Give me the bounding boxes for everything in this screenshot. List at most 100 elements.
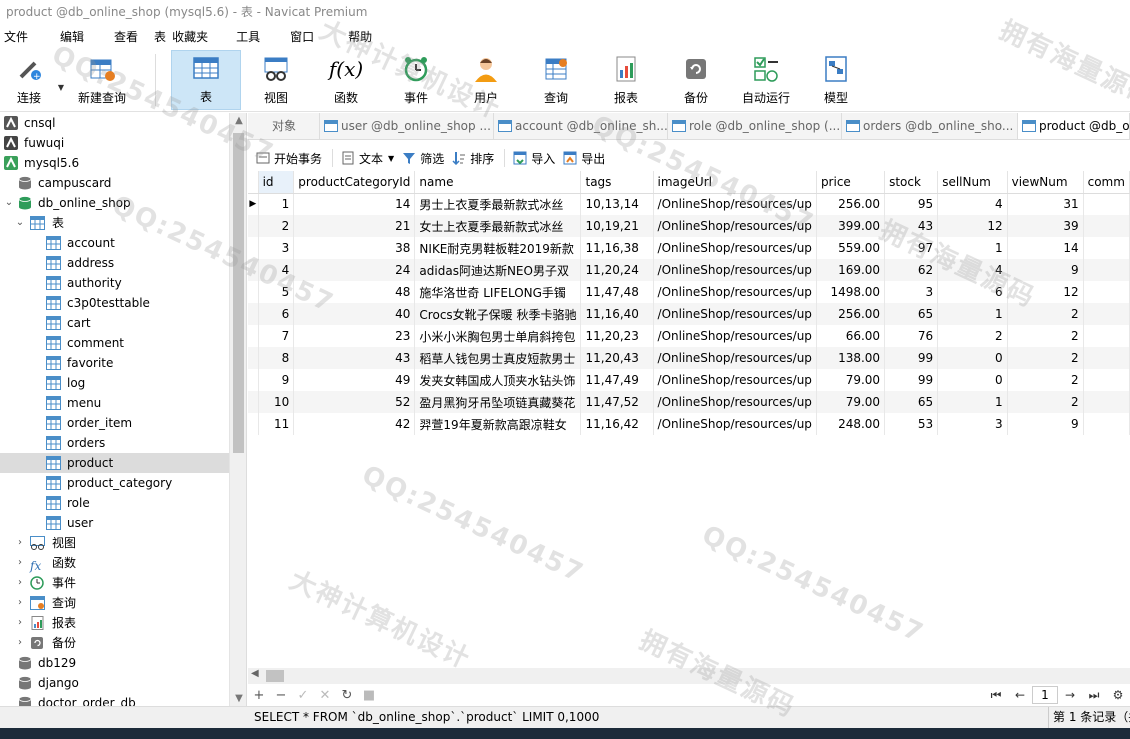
- new-query-button[interactable]: 新建查询: [74, 50, 130, 110]
- begin-transaction-button[interactable]: 开始事务: [256, 150, 322, 167]
- grid-scroll-thumb[interactable]: [266, 670, 284, 682]
- cell-productCategoryId[interactable]: 42: [293, 413, 416, 435]
- tree-database-db_online_shop[interactable]: ⌄ db_online_shop: [0, 193, 229, 213]
- table-row[interactable]: 5 48 施华洛世奇 LIFELONG手镯 11,47,48/OnlineShop/r…: [248, 281, 1130, 303]
- function-button[interactable]: f(x) 函数: [320, 50, 372, 110]
- tree-table-authority[interactable]: authority: [0, 273, 229, 293]
- tree-table-product[interactable]: product: [0, 453, 229, 473]
- table-row[interactable]: ▶ 1 14 男士上衣夏季最新款式冰丝 10,13,14/OnlineShop/reso…: [248, 193, 1130, 215]
- table-row[interactable]: 7 23 小米小米胸包男士单肩斜挎包 11,20,23/OnlineShop/reso…: [248, 325, 1130, 347]
- tree-group-4[interactable]: › 报表: [0, 613, 229, 633]
- cell-id[interactable]: 4: [258, 259, 295, 281]
- cell-id[interactable]: 6: [258, 303, 295, 325]
- table-row[interactable]: 4 24 adidas阿迪达斯NEO男子双 11,20,24/OnlineShop/r…: [248, 259, 1130, 281]
- cell-tags[interactable]: 11,20,43: [580, 347, 654, 369]
- last-page-icon[interactable]: ⏭: [1082, 688, 1106, 703]
- first-page-icon[interactable]: ⏮: [984, 688, 1008, 703]
- tree-group-5[interactable]: › 备份: [0, 633, 229, 653]
- cell-stock[interactable]: 53: [884, 413, 939, 435]
- cell-viewNum[interactable]: 2: [1007, 325, 1084, 347]
- cell-tags[interactable]: 10,19,21: [580, 215, 654, 237]
- cell-id[interactable]: 8: [258, 347, 295, 369]
- report-button[interactable]: 报表: [600, 50, 652, 110]
- chevron-right-icon[interactable]: ›: [14, 633, 26, 653]
- cell-tags[interactable]: 11,20,23: [580, 325, 654, 347]
- cell-stock[interactable]: 3: [884, 281, 939, 303]
- cell-price[interactable]: 66.00: [816, 325, 886, 347]
- apply-check-icon[interactable]: ✓: [292, 688, 314, 703]
- cell-imageUrl[interactable]: /OnlineShop/resources/up: [653, 325, 817, 347]
- cell-productCategoryId[interactable]: 52: [293, 391, 416, 413]
- cell-imageUrl[interactable]: /OnlineShop/resources/up: [653, 413, 817, 435]
- cell-price[interactable]: 559.00: [816, 237, 886, 259]
- cell-price[interactable]: 79.00: [816, 391, 886, 413]
- tree-table-c3p0testtable[interactable]: c3p0testtable: [0, 293, 229, 313]
- cell-id[interactable]: 5: [258, 281, 295, 303]
- cell-tags[interactable]: 11,47,52: [580, 391, 654, 413]
- cell-tags[interactable]: 11,20,24: [580, 259, 654, 281]
- cell-sellNum[interactable]: 4: [937, 193, 1008, 215]
- chevron-right-icon[interactable]: ›: [14, 593, 26, 613]
- cell-price[interactable]: 138.00: [816, 347, 886, 369]
- cell-stock[interactable]: 65: [884, 303, 939, 325]
- cell-name[interactable]: 羿萱19年夏新款高跟凉鞋女: [414, 413, 582, 435]
- menu-file[interactable]: 文件: [0, 28, 36, 45]
- cell-comm[interactable]: [1083, 193, 1130, 215]
- delete-record-icon[interactable]: −: [270, 688, 292, 703]
- cell-name[interactable]: 男士上衣夏季最新款式冰丝: [414, 193, 582, 215]
- event-button[interactable]: 事件: [390, 50, 442, 110]
- cell-name[interactable]: 小米小米胸包男士单肩斜挎包: [414, 325, 582, 347]
- chevron-down-icon[interactable]: ⌄: [3, 193, 15, 213]
- column-header-sellNum[interactable]: sellNum: [937, 171, 1008, 194]
- model-button[interactable]: 模型: [810, 50, 862, 110]
- cell-name[interactable]: NIKE耐克男鞋板鞋2019新款: [414, 237, 582, 259]
- cell-imageUrl[interactable]: /OnlineShop/resources/up: [653, 303, 817, 325]
- cell-productCategoryId[interactable]: 24: [293, 259, 416, 281]
- chevron-right-icon[interactable]: ›: [14, 533, 26, 553]
- cell-sellNum[interactable]: 0: [937, 369, 1008, 391]
- cell-imageUrl[interactable]: /OnlineShop/resources/up: [653, 193, 817, 215]
- tree-table-account[interactable]: account: [0, 233, 229, 253]
- cell-sellNum[interactable]: 12: [937, 215, 1008, 237]
- chevron-right-icon[interactable]: ›: [14, 613, 26, 633]
- tree-table-favorite[interactable]: favorite: [0, 353, 229, 373]
- filter-button[interactable]: 筛选: [402, 150, 444, 167]
- cell-comm[interactable]: [1083, 413, 1130, 435]
- table-row[interactable]: 9 49 发夹女韩国成人顶夹水钻头饰 11,47,49/OnlineShop/reso…: [248, 369, 1130, 391]
- column-header-id[interactable]: id: [258, 171, 295, 194]
- cell-imageUrl[interactable]: /OnlineShop/resources/up: [653, 237, 817, 259]
- cell-tags[interactable]: 10,13,14: [580, 193, 654, 215]
- tree-database-db129[interactable]: db129: [0, 653, 229, 673]
- column-header-productCategoryId[interactable]: productCategoryId: [293, 171, 416, 194]
- cell-viewNum[interactable]: 9: [1007, 413, 1084, 435]
- menu-edit[interactable]: 编辑: [52, 28, 92, 45]
- menu-favorites[interactable]: 收藏夹: [164, 28, 216, 45]
- connect-button[interactable]: + 连接: [6, 50, 52, 110]
- discard-x-icon[interactable]: ✕: [314, 688, 336, 703]
- tree-table-address[interactable]: address: [0, 253, 229, 273]
- prev-page-icon[interactable]: ←: [1008, 688, 1032, 702]
- tab-role[interactable]: role @db_online_shop (...: [668, 113, 842, 139]
- cell-price[interactable]: 256.00: [816, 303, 886, 325]
- menu-help[interactable]: 帮助: [340, 28, 380, 45]
- cell-imageUrl[interactable]: /OnlineShop/resources/up: [653, 281, 817, 303]
- cell-sellNum[interactable]: 3: [937, 413, 1008, 435]
- cell-price[interactable]: 256.00: [816, 193, 886, 215]
- cell-sellNum[interactable]: 6: [937, 281, 1008, 303]
- cell-sellNum[interactable]: 2: [937, 325, 1008, 347]
- cell-tags[interactable]: 11,16,40: [580, 303, 654, 325]
- cell-tags[interactable]: 11,16,42: [580, 413, 654, 435]
- refresh-icon[interactable]: ↻: [336, 688, 358, 703]
- cell-price[interactable]: 399.00: [816, 215, 886, 237]
- export-button[interactable]: 导出: [563, 150, 605, 167]
- cell-comm[interactable]: [1083, 347, 1130, 369]
- cell-viewNum[interactable]: 12: [1007, 281, 1084, 303]
- cell-viewNum[interactable]: 2: [1007, 303, 1084, 325]
- scroll-down-icon[interactable]: ▼: [230, 693, 246, 704]
- scroll-up-icon[interactable]: ▲: [230, 115, 246, 126]
- cell-tags[interactable]: 11,16,38: [580, 237, 654, 259]
- grid-horizontal-scrollbar[interactable]: ◀: [248, 668, 1130, 684]
- cell-stock[interactable]: 76: [884, 325, 939, 347]
- menu-window[interactable]: 窗口: [282, 28, 322, 45]
- tree-database-campuscard[interactable]: campuscard: [0, 173, 229, 193]
